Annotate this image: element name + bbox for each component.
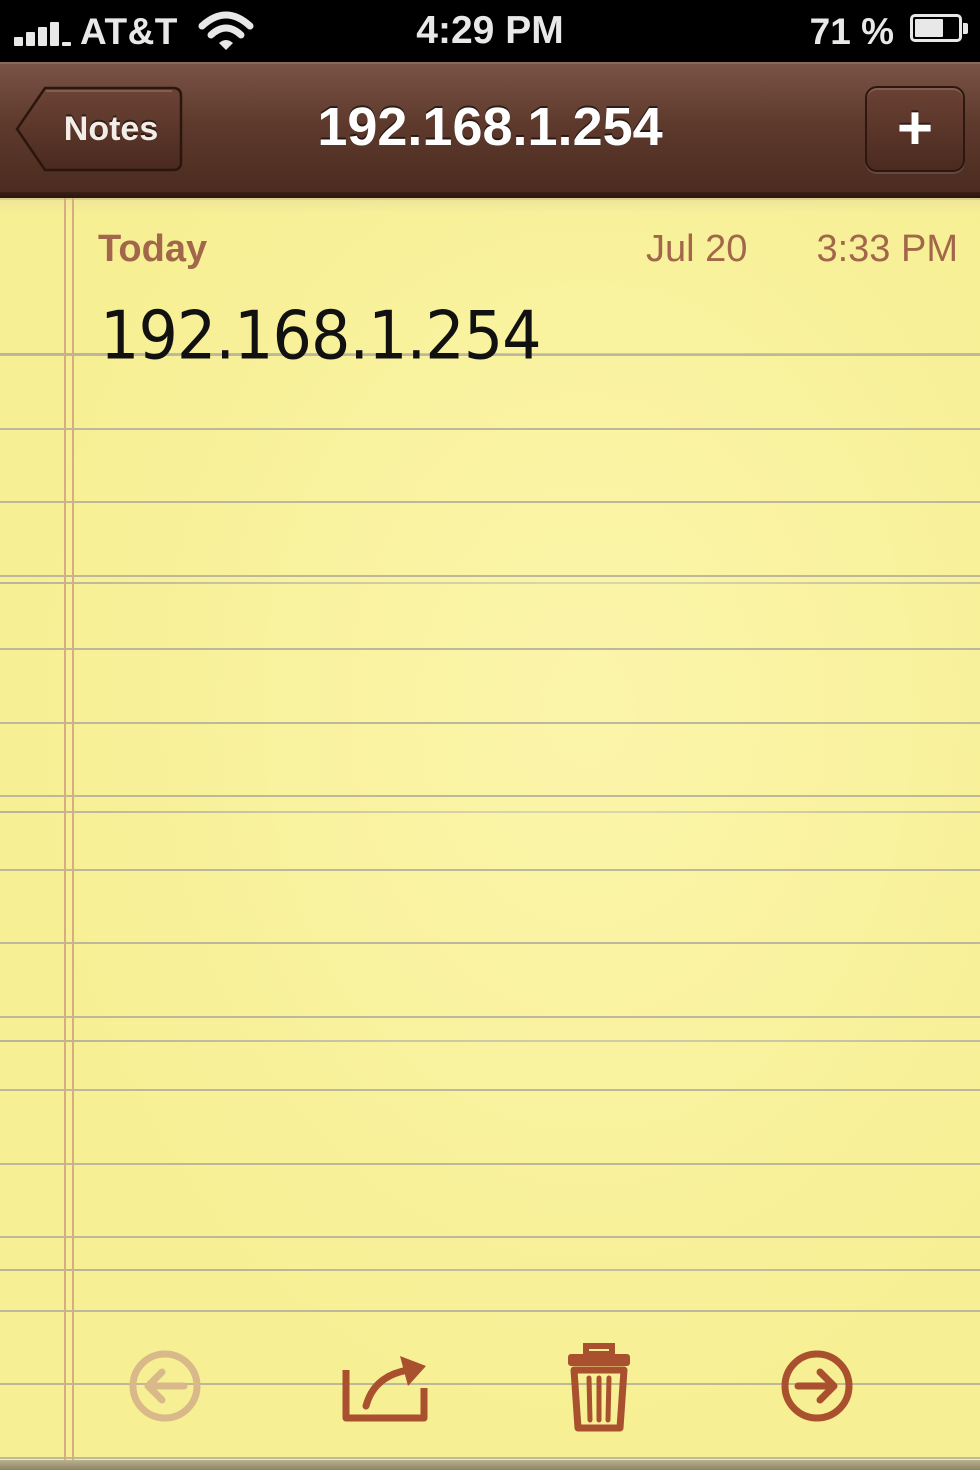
ruled-lines bbox=[0, 198, 980, 1470]
next-note-button[interactable] bbox=[762, 1330, 872, 1440]
paper-top-edge bbox=[0, 198, 980, 214]
next-note-icon bbox=[781, 1350, 853, 1422]
status-bar: AT&T 4:29 PM 71 % bbox=[0, 0, 980, 62]
trash-icon bbox=[568, 1343, 630, 1432]
share-button[interactable] bbox=[330, 1330, 440, 1440]
ruled-line bbox=[0, 1089, 980, 1091]
ruled-line bbox=[0, 869, 980, 871]
ruled-line bbox=[0, 795, 980, 797]
ruled-line bbox=[0, 501, 980, 503]
ruled-line bbox=[0, 722, 980, 724]
page-title: 192.168.1.254 bbox=[317, 97, 663, 157]
note-time: 3:33 PM bbox=[816, 228, 958, 270]
ruled-line bbox=[0, 1310, 980, 1312]
previous-note-icon bbox=[129, 1350, 201, 1422]
previous-note-button[interactable] bbox=[110, 1330, 220, 1440]
ruled-line bbox=[0, 575, 980, 577]
ruled-line bbox=[0, 1236, 980, 1238]
ruled-line bbox=[0, 1016, 980, 1018]
navigation-bar: Notes 192.168.1.254 + bbox=[0, 62, 980, 198]
delete-note-button[interactable] bbox=[544, 1330, 654, 1440]
battery-icon bbox=[910, 14, 968, 44]
ruled-line bbox=[0, 648, 980, 650]
add-note-button[interactable]: + bbox=[865, 86, 965, 172]
note-toolbar bbox=[0, 1330, 980, 1450]
note-day-label: Today bbox=[98, 228, 208, 270]
note-body-text[interactable]: 192.168.1.254 bbox=[100, 296, 542, 375]
margin-line bbox=[64, 198, 74, 1470]
note-date: Jul 20 bbox=[646, 228, 748, 270]
notes-back-button[interactable]: Notes bbox=[15, 86, 183, 172]
battery-percent: 71 % bbox=[809, 11, 894, 52]
ruled-line bbox=[0, 428, 980, 430]
ruled-line bbox=[0, 1457, 980, 1459]
ruled-line bbox=[0, 1163, 980, 1165]
plus-icon: + bbox=[896, 94, 934, 163]
paper-bottom-edge bbox=[0, 1460, 980, 1470]
ruled-line bbox=[0, 942, 980, 944]
share-icon bbox=[342, 1356, 428, 1422]
note-paper[interactable]: Today Jul 20 3:33 PM 192.168.1.254 bbox=[0, 198, 980, 1470]
back-button-label: Notes bbox=[63, 110, 159, 148]
